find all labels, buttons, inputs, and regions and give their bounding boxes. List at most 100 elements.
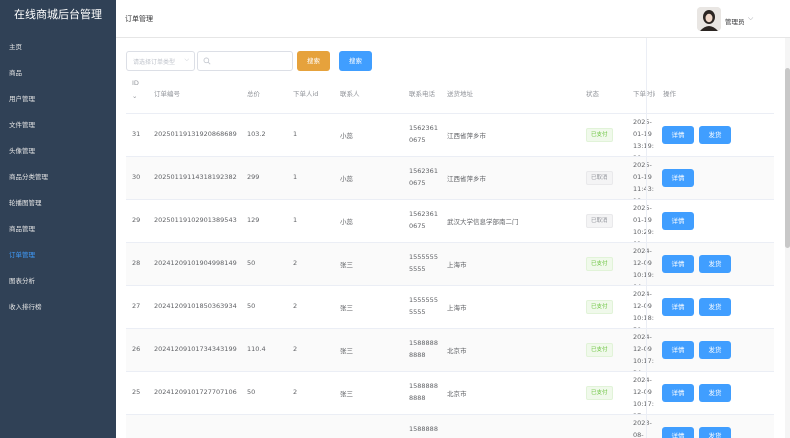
cell-address: 江西省萍乡市 [447, 132, 486, 140]
ship-button[interactable]: 发货 [699, 298, 731, 316]
cell-user-id: 1 [293, 130, 298, 138]
cell-time: 2024-12-09 10:19:04 [633, 247, 654, 285]
ship-button[interactable]: 发货 [699, 126, 731, 144]
status-badge: 已支付 [586, 128, 613, 142]
ship-button[interactable]: 发货 [699, 427, 731, 438]
avatar-image [697, 7, 721, 31]
cell-contact: 张三 [340, 304, 353, 312]
ship-button[interactable]: 发货 [699, 341, 731, 359]
sidebar-item[interactable]: 轮播图管理 [0, 190, 116, 216]
cell-user-id: 2 [293, 388, 298, 396]
col-address-header: 送货地址 [447, 90, 473, 98]
cell-address: 武汉大学信息学部南二门 [447, 218, 519, 226]
cell-contact: 张三 [340, 347, 353, 355]
cell-address: 江西省萍乡市 [447, 175, 486, 183]
cell-order-no: 20241209101734343199 [154, 345, 237, 353]
user-name[interactable]: 管理员 [725, 16, 745, 26]
cell-phone: 15555555555 [409, 253, 438, 273]
sidebar-item[interactable]: 图表分析 [0, 268, 116, 294]
col-user-id-header: 下单人id [293, 90, 319, 98]
cell-total: 299 [247, 173, 260, 181]
cell-total: 129 [247, 216, 260, 224]
detail-button[interactable]: 详情 [662, 255, 694, 273]
col-phone-header: 联系电话 [409, 90, 435, 98]
cell-phone: 15623610675 [409, 124, 438, 144]
order-status-placeholder: 请选择订单类型 [133, 59, 176, 66]
cell-order-no: 20241209101904998149 [154, 259, 237, 267]
detail-button[interactable]: 详情 [662, 384, 694, 402]
cell-phone: 15623610675 [409, 210, 438, 230]
cell-order-no: 20250119131920868689 [154, 130, 237, 138]
sidebar-item[interactable]: 收入排行榜 [0, 294, 116, 320]
sidebar-item[interactable]: 订单管理 [0, 242, 116, 268]
order-status-select[interactable]: 请选择订单类型 ⌵ [126, 51, 195, 71]
search-button[interactable]: 搜索 [339, 51, 372, 71]
sidebar-item[interactable]: 头像管理 [0, 138, 116, 164]
cell-phone: 15888888888 [409, 339, 438, 359]
cell-user-id: 2 [293, 345, 298, 353]
chevron-down-icon[interactable]: ⌵ [748, 14, 753, 23]
table-row: 25 20241209101727707106 50 2 张三 北京市 1588888888… [126, 372, 774, 415]
cell-contact: 小蕊 [340, 132, 353, 140]
export-button[interactable]: 搜索 [297, 51, 330, 71]
table-row: 28 20241209101904998149 50 2 张三 上海市 1555555555… [126, 243, 774, 286]
page-title: 订单管理 [125, 15, 153, 23]
cell-time: 2024-12-09 10:18:50 [633, 290, 654, 328]
ship-button[interactable]: 发货 [699, 384, 731, 402]
status-badge: 已支付 [586, 343, 613, 357]
cell-time: 2023-08- [633, 419, 652, 438]
col-total-header: 总价 [247, 90, 260, 98]
cell-id: 28 [132, 259, 141, 267]
cell-contact: 张三 [340, 261, 353, 269]
cell-total: 103.2 [247, 130, 266, 138]
detail-button[interactable]: 详情 [662, 341, 694, 359]
sidebar-item[interactable]: 用户管理 [0, 86, 116, 112]
cell-address: 上海市 [447, 261, 467, 269]
search-icon [203, 57, 211, 65]
table-row: 29 20250119102901389543 129 1 小蕊 武汉大学信息学部南二门 1… [126, 200, 774, 243]
status-badge: 已支付 [586, 257, 613, 271]
col-status-header: 状态 [586, 90, 599, 98]
cell-contact: 小蕊 [340, 175, 353, 183]
sidebar-item[interactable]: 商品 [0, 60, 116, 86]
cell-order-no: 20250119114318192382 [154, 173, 237, 181]
sidebar-item[interactable]: 商品管理 [0, 216, 116, 242]
status-badge: 已支付 [586, 300, 613, 314]
detail-button[interactable]: 详情 [662, 212, 694, 230]
cell-id: 27 [132, 302, 141, 310]
scrollbar-thumb[interactable] [785, 68, 790, 248]
cell-order-no: 20241209101850363934 [154, 302, 237, 310]
ship-button[interactable]: 发货 [699, 255, 731, 273]
sidebar-menu: 主页 商品 用户管理 文件管理 头像管理 商品分类管理 轮播图管理 商品管理 订单管理 图表分析收… [0, 34, 116, 320]
cell-total: 50 [247, 259, 256, 267]
vertical-scrollbar[interactable] [785, 38, 790, 438]
cell-time: 2025-01-19 11:43:18 [633, 161, 654, 199]
col-order-no-header: 订单编号 [154, 90, 180, 98]
avatar[interactable] [697, 7, 721, 31]
fixed-column-divider [646, 38, 647, 438]
cell-order-no: 20250119102901389543 [154, 216, 237, 224]
search-input[interactable] [214, 54, 290, 68]
cell-contact: 张三 [340, 390, 353, 398]
cell-id: 25 [132, 388, 141, 396]
col-contact-header: 联系人 [340, 90, 360, 98]
cell-id: 31 [132, 130, 141, 138]
sidebar-item[interactable]: 主页 [0, 34, 116, 60]
detail-button[interactable]: 详情 [662, 126, 694, 144]
table-row: 27 20241209101850363934 50 2 张三 上海市 1555555555… [126, 286, 774, 329]
search-box[interactable] [197, 51, 293, 71]
detail-button[interactable]: 详情 [662, 427, 694, 438]
cell-total: 50 [247, 302, 256, 310]
cell-order-no: 20241209101727707106 [154, 388, 237, 396]
sidebar-item[interactable]: 商品分类管理 [0, 164, 116, 190]
chevron-down-icon: ⌵ [184, 56, 189, 63]
header: 订单管理 管理员 ⌵ [116, 0, 790, 38]
cell-address: 北京市 [447, 390, 467, 398]
sort-icon[interactable]: ⌄ [132, 90, 137, 102]
cell-id: 29 [132, 216, 141, 224]
detail-button[interactable]: 详情 [662, 169, 694, 187]
sidebar-item[interactable]: 文件管理 [0, 112, 116, 138]
cell-user-id: 2 [293, 259, 298, 267]
col-ops-header: 操作 [663, 90, 676, 98]
detail-button[interactable]: 详情 [662, 298, 694, 316]
